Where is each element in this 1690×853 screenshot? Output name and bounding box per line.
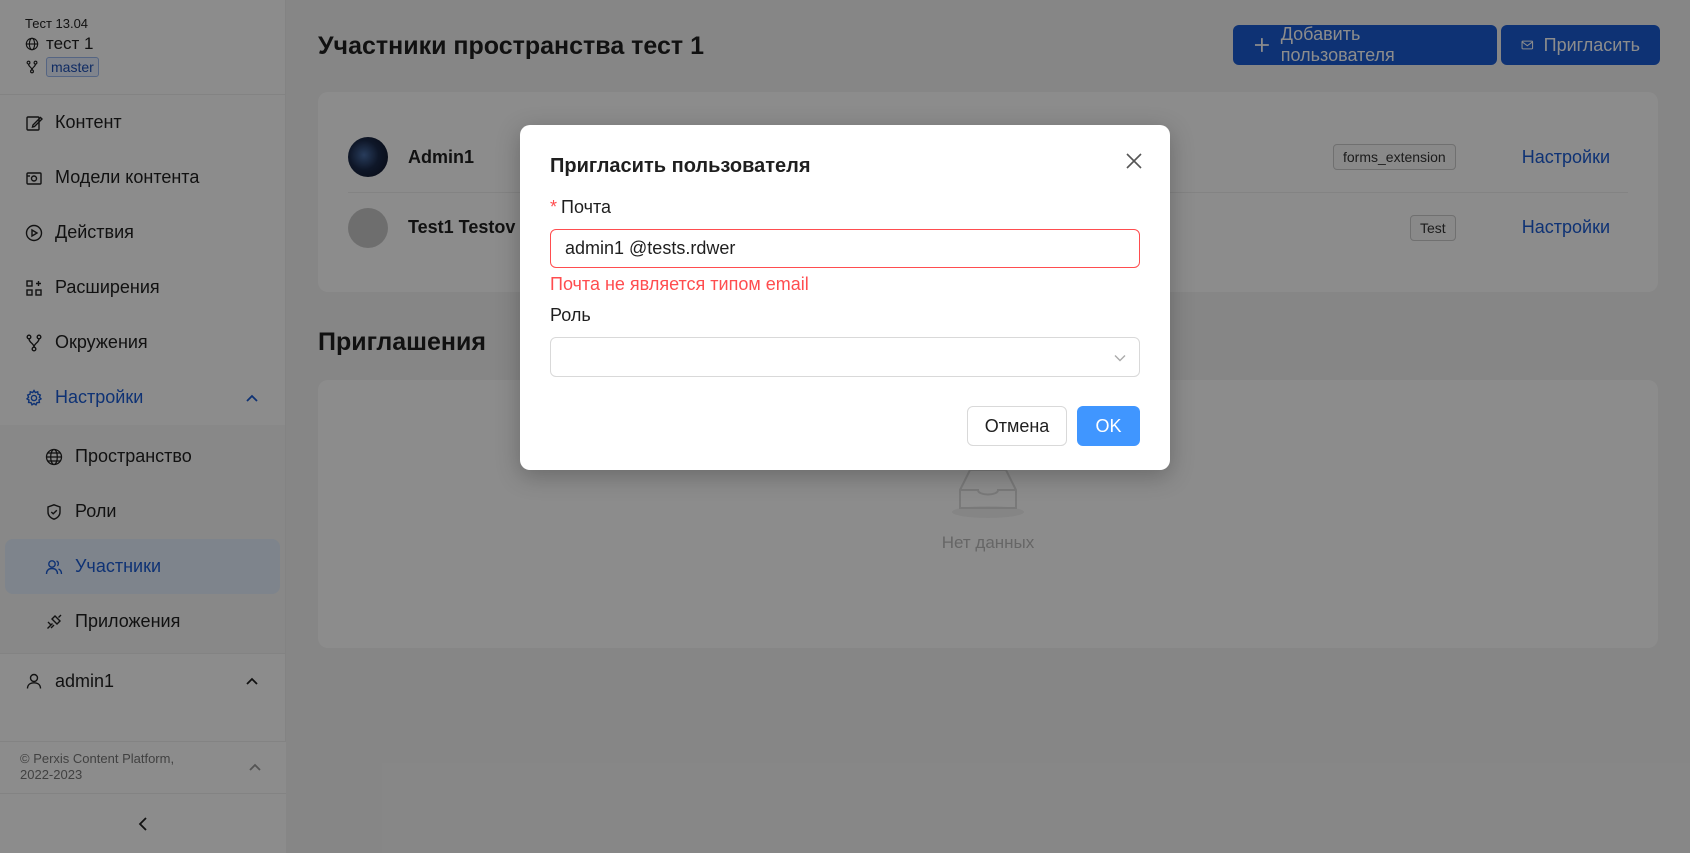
email-label: * Почта	[550, 197, 611, 218]
modal-title: Пригласить пользователя	[550, 155, 811, 177]
role-select[interactable]	[550, 337, 1140, 377]
role-label: Роль	[550, 305, 591, 325]
email-field[interactable]	[550, 229, 1140, 268]
cancel-button[interactable]: Отмена	[967, 406, 1067, 446]
required-mark: *	[550, 197, 558, 217]
ok-button[interactable]: OK	[1077, 406, 1140, 446]
invite-user-modal: Пригласить пользователя *Почта Почта не …	[520, 125, 1170, 470]
email-error: Почта не является типом email	[550, 274, 809, 294]
close-icon[interactable]	[1124, 151, 1144, 171]
email-label-text: Почта	[561, 197, 611, 217]
chevron-down-icon	[1114, 355, 1126, 362]
